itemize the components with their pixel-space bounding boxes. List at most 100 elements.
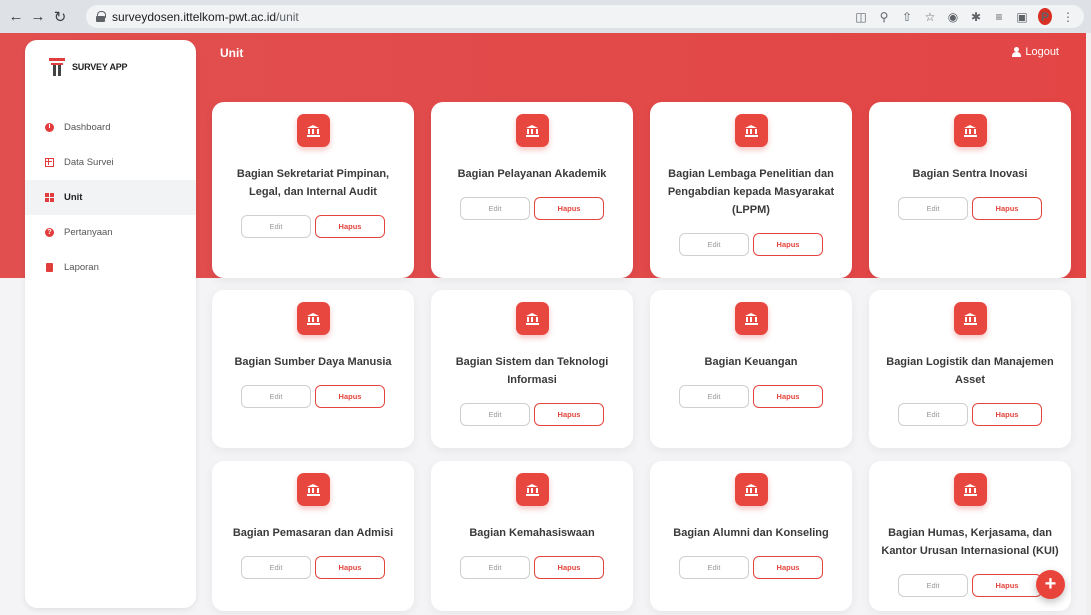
unit-name: Bagian Sekretariat Pimpinan, Legal, dan … bbox=[236, 168, 390, 198]
delete-button[interactable]: Hapus bbox=[972, 574, 1042, 597]
logout-button[interactable]: Logout bbox=[1012, 46, 1059, 58]
delete-button[interactable]: Hapus bbox=[753, 233, 823, 256]
brand-logo bbox=[49, 58, 65, 76]
bank-icon bbox=[734, 114, 768, 147]
edit-button[interactable]: Edit bbox=[898, 403, 968, 426]
side-panel-icon[interactable]: ▣ bbox=[1015, 10, 1029, 24]
edit-button[interactable]: Edit bbox=[460, 403, 530, 426]
bank-icon bbox=[296, 114, 330, 147]
unit-name: Bagian Sentra Inovasi bbox=[912, 168, 1028, 180]
bank-icon bbox=[515, 302, 549, 335]
bank-icon bbox=[515, 114, 549, 147]
camera-icon[interactable]: ◉ bbox=[946, 10, 960, 24]
back-icon[interactable]: ← bbox=[6, 7, 26, 27]
sidebar-item-data-survei[interactable]: Data Survei bbox=[25, 145, 196, 180]
edit-button[interactable]: Edit bbox=[898, 574, 968, 597]
more-menu-icon[interactable]: ⋮ bbox=[1061, 10, 1075, 24]
bank-icon bbox=[953, 473, 987, 506]
delete-button[interactable]: Hapus bbox=[534, 556, 604, 579]
bank-icon bbox=[953, 114, 987, 147]
unit-name: Bagian Pelayanan Akademik bbox=[457, 168, 607, 180]
plus-icon: + bbox=[1044, 573, 1057, 595]
delete-button[interactable]: Hapus bbox=[972, 197, 1042, 220]
table-icon bbox=[45, 158, 54, 167]
brand[interactable]: SURVEY APP bbox=[49, 58, 128, 76]
delete-button[interactable]: Hapus bbox=[315, 215, 385, 238]
sidebar-item-label: Pertanyaan bbox=[64, 227, 113, 238]
unit-card: Bagian Pelayanan Akademik Edit Hapus bbox=[431, 102, 633, 278]
delete-button[interactable]: Hapus bbox=[315, 385, 385, 408]
user-icon bbox=[1012, 47, 1022, 57]
reading-list-icon[interactable]: ≡ bbox=[992, 10, 1006, 24]
edit-button[interactable]: Edit bbox=[241, 385, 311, 408]
unit-name: Bagian Sistem dan Teknologi Informasi bbox=[455, 356, 609, 386]
unit-name: Bagian Sumber Daya Manusia bbox=[234, 356, 392, 368]
sidebar-item-laporan[interactable]: Laporan bbox=[25, 250, 196, 285]
lock-icon bbox=[96, 11, 106, 22]
edit-button[interactable]: Edit bbox=[460, 556, 530, 579]
edit-button[interactable]: Edit bbox=[460, 197, 530, 220]
unit-card: Bagian Sistem dan Teknologi Informasi Ed… bbox=[431, 290, 633, 448]
bookmark-star-icon[interactable]: ☆ bbox=[923, 10, 937, 24]
edit-button[interactable]: Edit bbox=[679, 556, 749, 579]
edit-button[interactable]: Edit bbox=[241, 556, 311, 579]
unit-name: Bagian Logistik dan Manajemen Asset bbox=[886, 356, 1054, 386]
browser-extensions: ◫ ⚲ ⇧ ☆ ◉ ✱ ≡ ▣ P ⋮ bbox=[854, 5, 1075, 28]
puzzle-icon[interactable]: ✱ bbox=[969, 10, 983, 24]
sidebar-item-unit[interactable]: Unit bbox=[25, 180, 196, 215]
sidebar-item-pertanyaan[interactable]: ? Pertanyaan bbox=[25, 215, 196, 250]
brand-name: SURVEY APP bbox=[72, 62, 128, 72]
delete-button[interactable]: Hapus bbox=[753, 556, 823, 579]
sidebar: SURVEY APP Dashboard Data Survei Unit ? … bbox=[25, 40, 196, 608]
sidebar-item-dashboard[interactable]: Dashboard bbox=[25, 110, 196, 145]
bank-icon bbox=[734, 302, 768, 335]
url-text: surveydosen.ittelkom-pwt.ac.id/unit bbox=[112, 9, 299, 24]
forward-icon[interactable]: → bbox=[28, 7, 48, 27]
bank-icon bbox=[296, 473, 330, 506]
page-title: Unit bbox=[220, 46, 244, 60]
share-icon[interactable]: ⇧ bbox=[900, 10, 914, 24]
reload-icon[interactable]: ↻ bbox=[50, 7, 70, 27]
delete-button[interactable]: Hapus bbox=[534, 197, 604, 220]
unit-card: Bagian Alumni dan Konseling Edit Hapus bbox=[650, 461, 852, 611]
bank-icon bbox=[953, 302, 987, 335]
delete-button[interactable]: Hapus bbox=[972, 403, 1042, 426]
file-icon bbox=[46, 263, 53, 272]
unit-card: Bagian Sekretariat Pimpinan, Legal, dan … bbox=[212, 102, 414, 278]
edit-button[interactable]: Edit bbox=[679, 233, 749, 256]
edit-button[interactable]: Edit bbox=[241, 215, 311, 238]
delete-button[interactable]: Hapus bbox=[753, 385, 823, 408]
add-unit-button[interactable]: + bbox=[1036, 570, 1065, 599]
dashboard-icon bbox=[45, 123, 54, 132]
question-icon: ? bbox=[45, 228, 54, 237]
page-scrollbar[interactable] bbox=[1086, 33, 1091, 615]
sidebar-item-label: Unit bbox=[64, 192, 83, 203]
unit-card: Bagian Keuangan Edit Hapus bbox=[650, 290, 852, 448]
unit-name: Bagian Kemahasiswaan bbox=[469, 527, 595, 539]
bank-icon bbox=[296, 302, 330, 335]
sidebar-item-label: Data Survei bbox=[64, 157, 114, 168]
translate-icon[interactable]: ◫ bbox=[854, 10, 868, 24]
unit-name: Bagian Lembaga Penelitian dan Pengabdian… bbox=[667, 168, 835, 216]
unit-card: Bagian Sentra Inovasi Edit Hapus bbox=[869, 102, 1071, 278]
logout-label: Logout bbox=[1025, 46, 1059, 58]
bank-icon bbox=[515, 473, 549, 506]
delete-button[interactable]: Hapus bbox=[534, 403, 604, 426]
unit-card: Bagian Sumber Daya Manusia Edit Hapus bbox=[212, 290, 414, 448]
sidebar-item-label: Dashboard bbox=[64, 122, 111, 133]
edit-button[interactable]: Edit bbox=[898, 197, 968, 220]
delete-button[interactable]: Hapus bbox=[315, 556, 385, 579]
unit-card: Bagian Logistik dan Manajemen Asset Edit… bbox=[869, 290, 1071, 448]
profile-avatar[interactable]: P bbox=[1038, 8, 1052, 25]
unit-card: Bagian Pemasaran dan Admisi Edit Hapus bbox=[212, 461, 414, 611]
zoom-icon[interactable]: ⚲ bbox=[877, 10, 891, 24]
edit-button[interactable]: Edit bbox=[679, 385, 749, 408]
unit-name: Bagian Keuangan bbox=[704, 356, 798, 368]
bank-icon bbox=[734, 473, 768, 506]
browser-toolbar: ← → ↻ surveydosen.ittelkom-pwt.ac.id/uni… bbox=[0, 0, 1091, 33]
grid-icon bbox=[45, 193, 54, 202]
unit-card: Bagian Kemahasiswaan Edit Hapus bbox=[431, 461, 633, 611]
unit-name: Bagian Pemasaran dan Admisi bbox=[232, 527, 394, 539]
unit-name: Bagian Humas, Kerjasama, dan Kantor Urus… bbox=[881, 527, 1059, 557]
sidebar-item-label: Laporan bbox=[64, 262, 99, 273]
